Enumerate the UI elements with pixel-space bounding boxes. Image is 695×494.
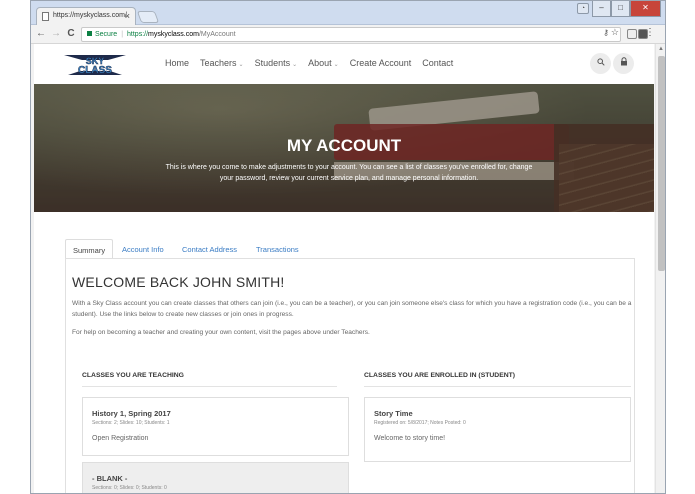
class-title: - BLANK - [92, 474, 128, 483]
divider [82, 386, 337, 387]
search-icon [596, 58, 605, 66]
nav-about[interactable]: About ⌄ [308, 58, 339, 68]
page-title: MY ACCOUNT [286, 136, 402, 155]
tab-strip: https://myskyclass.com/ × ◔ – □ ✕ [31, 1, 665, 25]
login-button[interactable] [613, 53, 634, 74]
nav-teachers-label: Teachers [200, 58, 237, 68]
class-meta: Sections: 2; Slides: 10; Students: 1 [92, 420, 170, 426]
class-card[interactable]: History 1, Spring 2017 Sections: 2; Slid… [82, 397, 349, 456]
scroll-thumb[interactable] [658, 56, 665, 271]
close-window-button[interactable]: ✕ [630, 1, 661, 17]
forward-icon[interactable]: → [50, 28, 62, 39]
class-description: Open Registration [92, 435, 149, 442]
tab-summary[interactable]: Summary [65, 239, 114, 259]
hero-description: This is where you come to make adjustmen… [165, 164, 533, 182]
tab-contact-address[interactable]: Contact Address [175, 239, 244, 259]
url-scheme: https:// [127, 31, 149, 38]
summary-panel: WELCOME BACK JOHN SMITH! With a Sky Clas… [65, 258, 635, 493]
tab-account-info[interactable]: Account Info [115, 239, 171, 259]
url-path: /MyAccount [198, 31, 236, 38]
chevron-down-icon: ⌄ [333, 62, 339, 68]
site-header: SKY CLASS Home Teachers ⌄ Students ⌄ About ⌄ Cr… [34, 44, 654, 84]
extension-icon[interactable] [627, 29, 637, 39]
lock-icon [87, 31, 92, 36]
tab-transactions[interactable]: Transactions [249, 239, 306, 259]
intro-text: With a Sky Class account you can create … [72, 300, 632, 318]
divider [364, 386, 631, 387]
website: SKY CLASS Home Teachers ⌄ Students ⌄ About ⌄ Cr… [34, 44, 654, 493]
welcome-heading: WELCOME BACK JOHN SMITH! [72, 274, 285, 290]
maximize-button[interactable]: □ [611, 1, 630, 17]
vertical-scrollbar[interactable]: ▲ [655, 44, 665, 493]
browser-window: https://myskyclass.com/ × ◔ – □ ✕ ← → C … [30, 0, 666, 494]
nav-home[interactable]: Home [165, 58, 189, 68]
class-title: Story Time [374, 409, 413, 418]
enrolled-heading: CLASSES YOU ARE ENROLLED IN (STUDENT) [364, 372, 516, 379]
search-button[interactable] [590, 53, 611, 74]
profile-icon[interactable]: ◔ [577, 3, 589, 14]
nav-teachers[interactable]: Teachers ⌄ [200, 58, 244, 68]
nav-create-account[interactable]: Create Account [350, 58, 412, 68]
new-tab-button[interactable] [136, 11, 160, 23]
tab-close-icon[interactable]: × [125, 11, 130, 21]
key-icon[interactable]: ⚷ [603, 28, 609, 37]
address-toolbar: ← → C Secure | https://myskyclass.com/MyAc… [31, 25, 665, 44]
teaching-heading: CLASSES YOU ARE TEACHING [82, 372, 184, 379]
browser-tab[interactable]: https://myskyclass.com/ × [36, 7, 136, 25]
nav-students[interactable]: Students ⌄ [255, 58, 298, 68]
page-icon [42, 12, 49, 21]
tab-title: https://myskyclass.com/ [53, 12, 127, 19]
address-bar[interactable]: Secure | https://myskyclass.com/MyAccount [81, 27, 621, 42]
minimize-button[interactable]: – [592, 1, 611, 17]
bookmark-star-icon[interactable]: ☆ [611, 27, 619, 38]
back-icon[interactable]: ← [35, 28, 47, 39]
scroll-up-icon[interactable]: ▲ [658, 46, 664, 52]
class-meta: Registered on: 5/8/2017; Notes Posted: 0 [374, 420, 466, 426]
class-card[interactable]: - BLANK - Sections: 0; Slides: 0; Studen… [82, 462, 349, 493]
chevron-down-icon: ⌄ [238, 62, 244, 68]
lock-icon [620, 57, 627, 66]
enrolled-class-card[interactable]: Story Time Registered on: 5/8/2017; Note… [364, 397, 631, 462]
sky-class-logo[interactable]: SKY CLASS [62, 51, 128, 78]
chevron-down-icon: ⌄ [292, 62, 298, 68]
main-nav: Home Teachers ⌄ Students ⌄ About ⌄ Create Accou… [165, 58, 464, 68]
nav-students-label: Students [254, 58, 291, 68]
nav-about-label: About [308, 58, 332, 68]
secure-label: Secure [95, 31, 118, 38]
class-description: Welcome to story time! [374, 435, 446, 442]
nav-contact[interactable]: Contact [422, 58, 453, 68]
class-title: History 1, Spring 2017 [92, 409, 171, 418]
class-meta: Sections: 0; Slides: 0; Students: 0 [92, 485, 167, 491]
help-text: For help on becoming a teacher and creat… [72, 329, 370, 336]
browser-menu-icon[interactable]: ⋮ [645, 27, 655, 38]
reload-icon[interactable]: C [65, 28, 77, 39]
hero-banner: MY ACCOUNT This is where you come to mak… [34, 84, 654, 212]
logo-bottom-text: CLASS [78, 65, 112, 76]
page-viewport: SKY CLASS Home Teachers ⌄ Students ⌄ About ⌄ Cr… [31, 44, 655, 493]
url-host: myskyclass.com [148, 31, 199, 38]
